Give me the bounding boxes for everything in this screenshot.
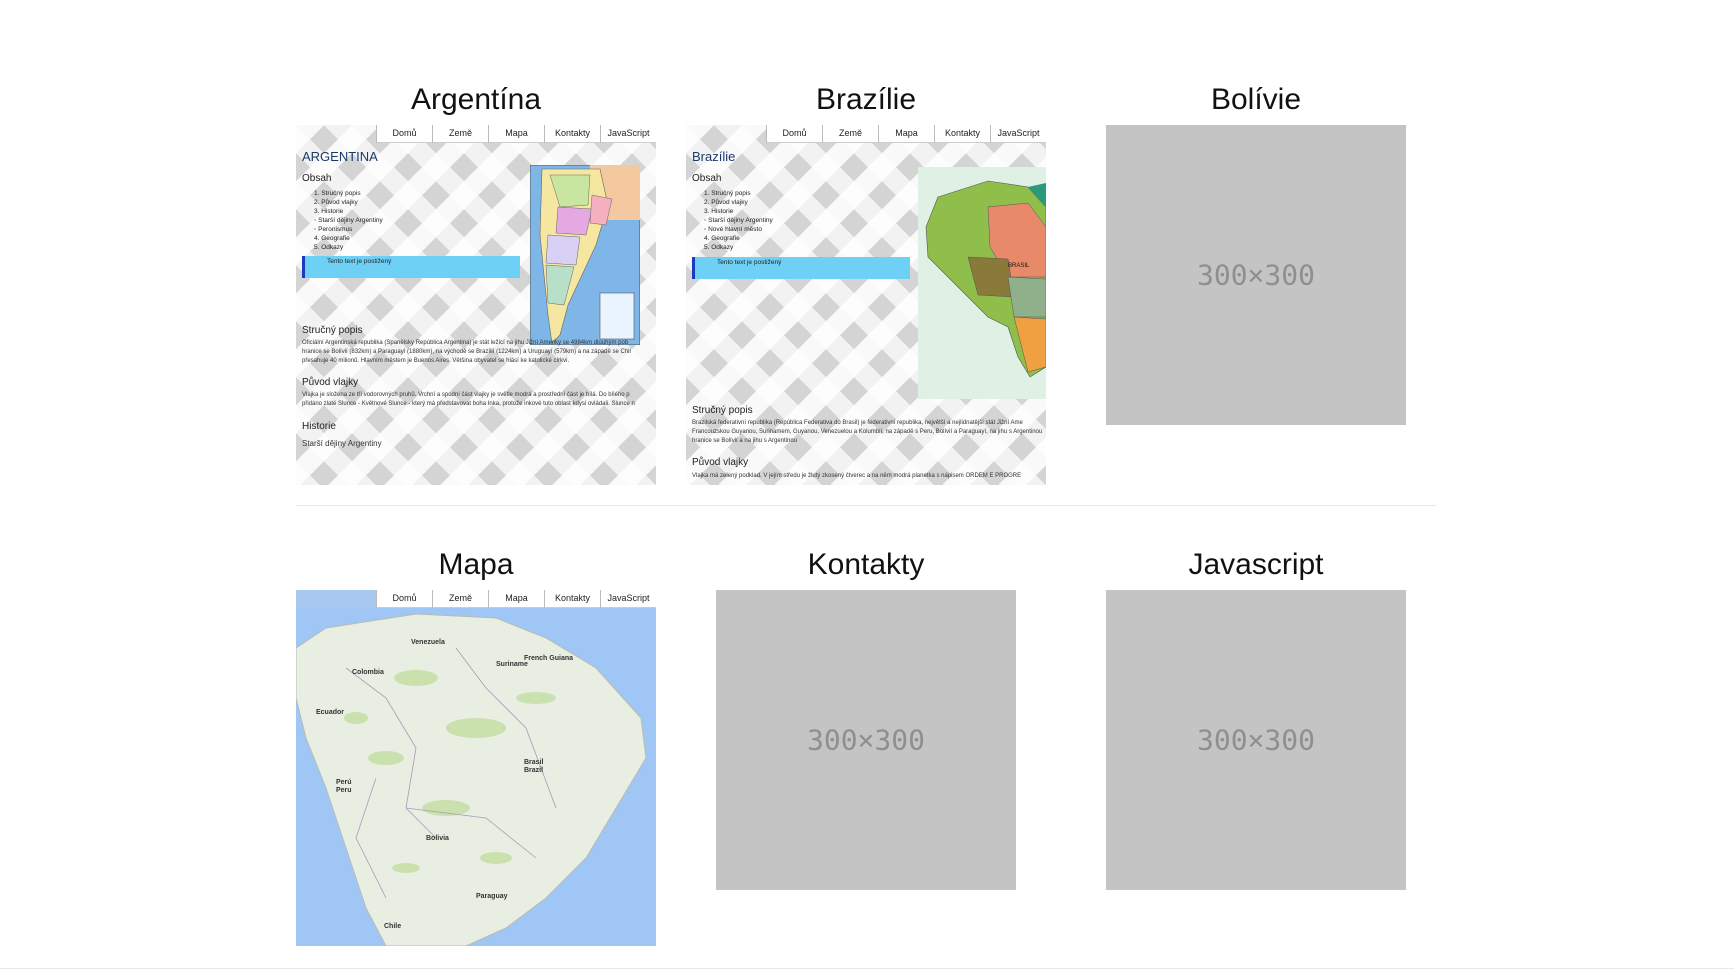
mini-nav-item: Domů [376,590,432,608]
thumbnail-argentina[interactable]: Domů Země Mapa Kontakty JavaScript ARGEN… [296,125,656,485]
map-label: Peru [336,787,352,794]
thumbnail-brazil[interactable]: Domů Země Mapa Kontakty JavaScript Brazí… [686,125,1046,485]
mini-nav-item: Mapa [488,590,544,608]
brazil-map-image: BRASIL [918,167,1046,399]
mini-nav-item: Mapa [878,125,934,143]
map-label: Paraguay [476,893,508,900]
mini-toc: 1. Stručný popis 2. Původ vlajky 3. Histor… [704,190,773,251]
mini-nav-item: Kontakty [934,125,990,143]
row-divider [296,505,1436,506]
mini-subheading: Starší dějiny Argentiny [302,439,382,448]
mini-toc: 1. Stručný popis 2. Původ vlajky 3. Histor… [314,190,383,251]
map-label: Brasil [524,759,544,766]
placeholder-size-label: 300×300 [806,723,925,757]
mini-nav-item: Kontakty [544,125,600,143]
map-label: French Guiana [524,655,573,662]
map-label: Bolivia [426,835,449,842]
mini-paragraph: Francouzskou Guyanou, Surinamem, Guyanou… [692,429,1043,435]
mini-nav: Domů Země Mapa Kontakty JavaScript [376,125,656,143]
card-title: Argentína [410,83,542,116]
mini-nav-item: JavaScript [990,125,1046,143]
map-label: Chile [384,923,401,930]
mini-paragraph: Vlajka je složena ze tří vodorovných pru… [302,392,630,398]
map-label: Suriname [496,661,528,668]
map-label: Colombia [352,669,384,676]
mini-section-title: Původ vlajky [302,377,359,388]
mini-toc-title: Obsah [692,173,722,184]
mini-paragraph: hranice se Bolívií a na jihu s Argentino… [692,438,798,444]
card-map: Mapa [296,543,656,587]
project-gallery: Argentína Domů Země Mapa Kontakty JavaSc… [0,0,1734,973]
card-title: Mapa [438,548,514,581]
card-argentina: Argentína [296,78,656,122]
mini-note-box: Tento text je postižený [302,256,520,278]
thumbnail-javascript-placeholder[interactable]: 300×300 [1106,590,1406,890]
card-javascript: Javascript [1076,543,1436,587]
placeholder-size-label: 300×300 [1196,258,1315,292]
mini-toc-title: Obsah [302,173,332,184]
map-label: Venezuela [411,639,445,646]
card-contacts: Kontakty [686,543,1046,587]
map-label: Brazil [524,767,543,774]
mini-paragraph: hranice se Bolívií (832km) a Paraguayí (… [302,349,631,355]
mini-nav-item: JavaScript [600,590,656,608]
card-title: Bolívie [1210,83,1302,116]
map-label: Perú [336,779,352,786]
mini-heading: Brazílie [692,149,736,164]
mini-paragraph: přesahuje 40 milionů. Hlavním městem je … [302,358,570,364]
mini-nav-item: Země [822,125,878,143]
mini-section-title: Historie [302,421,336,432]
mini-nav-item: Domů [376,125,432,143]
card-brazil: Brazílie [686,78,1046,122]
argentina-map-image [530,165,640,345]
placeholder-size-label: 300×300 [1196,723,1315,757]
map-label: BRASIL [1008,263,1030,269]
mini-nav-item: Domů [766,125,822,143]
mini-section-title: Původ vlajky [692,457,749,468]
thumbnail-bolivia-placeholder[interactable]: 300×300 [1106,125,1406,425]
card-title: Kontakty [807,548,925,581]
mini-section-title: Stručný popis [302,325,363,336]
mini-nav-item: Země [432,125,488,143]
card-title: Javascript [1188,548,1324,581]
mini-nav-item: Kontakty [544,590,600,608]
mini-paragraph: přidáno zlaté Slunce - Květnové Slunce -… [302,401,635,407]
thumbnail-map[interactable]: Domů Země Mapa Kontakty JavaScript Venez… [296,590,656,946]
mini-nav: Domů Země Mapa Kontakty JavaScript [376,590,656,608]
map-label: Ecuador [316,709,344,716]
thumbnail-contacts-placeholder[interactable]: 300×300 [716,590,1016,890]
card-title: Brazílie [815,83,917,116]
bottom-divider [0,968,1734,969]
mini-nav-item: Mapa [488,125,544,143]
mini-section-title: Stručný popis [692,405,753,416]
mini-paragraph: Oficiální Argentinská republika (Španěls… [302,340,629,346]
mini-nav-item: Země [432,590,488,608]
south-america-map-image: Venezuela Colombia Suriname French Guian… [296,608,656,946]
mini-heading: ARGENTINA [302,149,378,164]
mini-nav-item: JavaScript [600,125,656,143]
card-bolivia: Bolívie [1076,78,1436,122]
mini-paragraph: Brazilská federativní republika (Repúbli… [692,420,1023,426]
mini-nav: Domů Země Mapa Kontakty JavaScript [766,125,1046,143]
mini-note-box: Tento text je postižený [692,257,910,279]
mini-paragraph: Vlajka má zelený podklad. V jejím středu… [692,473,1022,479]
